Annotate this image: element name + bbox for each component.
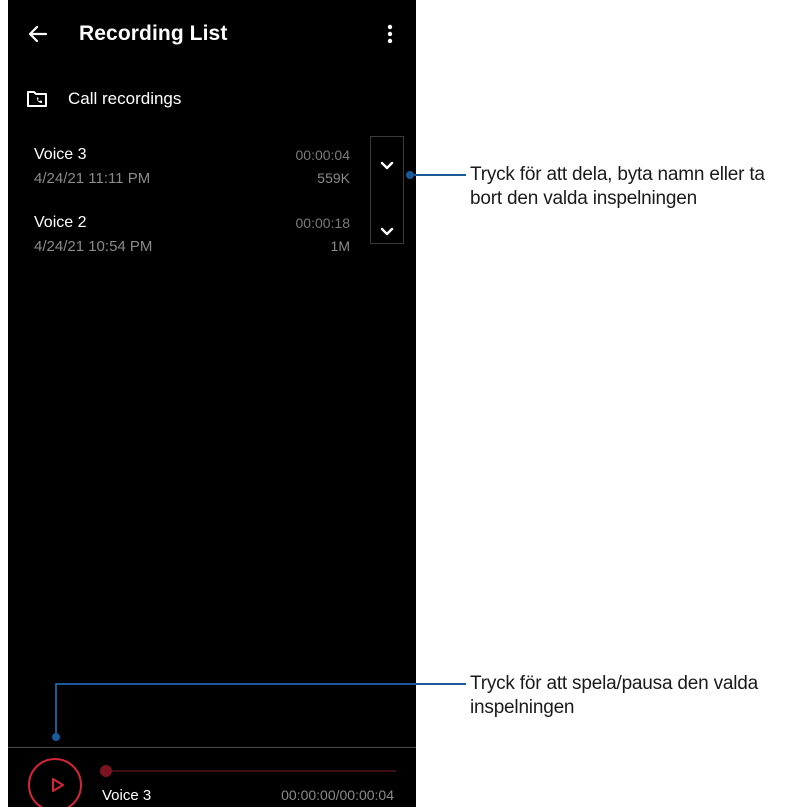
callout-expand-line2: bort den valda inspelningen [470,188,697,209]
recording-date: 4/24/21 10:54 PM [34,238,153,255]
recording-duration: 00:00:04 [295,147,351,163]
play-button[interactable] [28,758,82,807]
expand-options-column [370,136,404,244]
app-bar: Recording List [8,0,416,68]
callout-expand-line1: Tryck för att dela, byta namn eller ta [470,164,765,185]
recording-size: 1M [330,238,350,254]
folder-phone-icon [26,88,48,110]
page-title: Recording List [79,22,228,45]
callout-line-play-horizontal [55,683,466,685]
recording-date: 4/24/21 11:11 PM [34,170,151,187]
callout-line-expand [414,174,466,176]
player-time: 00:00:00/00:00:04 [281,787,394,803]
call-recordings-folder[interactable]: Call recordings [8,84,416,118]
chevron-down-icon[interactable] [375,219,399,243]
back-arrow-icon[interactable] [24,20,52,48]
recording-item-voice-3[interactable]: Voice 3 4/24/21 11:11 PM 00:00:04 559K [8,146,368,202]
folder-label: Call recordings [68,89,182,108]
recording-duration: 00:00:18 [295,215,351,231]
phone-screen: Recording List Call recordings Voice 3 4… [8,0,416,807]
chevron-down-icon[interactable] [375,153,399,177]
more-vertical-icon[interactable] [380,20,400,48]
seek-thumb[interactable] [100,765,112,777]
callout-text-play: Tryck för att spela/pausa den valda insp… [470,672,758,720]
recording-name: Voice 2 [34,214,87,231]
player-recording-name: Voice 3 [102,787,152,804]
seek-bar[interactable] [100,765,396,777]
callout-text-expand: Tryck för att dela, byta namn eller ta b… [470,163,765,211]
callout-dot-play [52,733,60,741]
callout-line-play-vertical [55,683,57,737]
callout-play-line1: Tryck för att spela/pausa den valda [470,673,759,694]
player-divider [8,747,416,748]
callout-dot-expand [406,171,414,179]
callout-play-line2: inspelningen [470,697,575,718]
play-icon [47,775,67,795]
recording-name: Voice 3 [34,146,87,163]
recording-size: 559K [317,170,350,186]
recording-item-voice-2[interactable]: Voice 2 4/24/21 10:54 PM 00:00:18 1M [8,214,368,270]
